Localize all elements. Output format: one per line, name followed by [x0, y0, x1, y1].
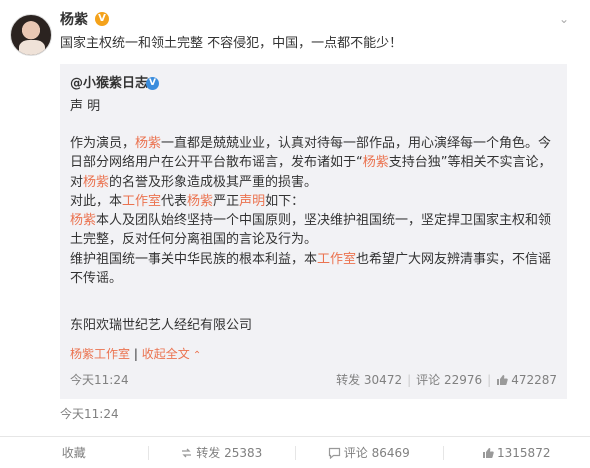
hashtag-link[interactable]: 杨紫 [187, 194, 213, 209]
verified-badge-icon: V [95, 12, 109, 26]
signature: 杨紫工作室 | 收起全文 ⌃ [70, 345, 201, 365]
thumbs-up-icon [483, 448, 494, 458]
comment-button[interactable]: 评论 22976 [416, 373, 482, 387]
comment-label: 评论 86469 [343, 446, 410, 460]
repost-icon [182, 448, 192, 458]
separator: | [133, 347, 138, 361]
repost-label: 转发 25383 [196, 446, 263, 460]
company-name: 东阳欢瑞世纪艺人经纪有限公司 [70, 318, 253, 333]
repost-time[interactable]: 今天11:24 [70, 371, 129, 389]
chevron-down-icon[interactable]: ⌄ [555, 12, 573, 26]
username[interactable]: 杨紫 [60, 11, 88, 29]
post-text: 国家主权统一和领土完整 不容侵犯，中国，一点都不能少！ [60, 36, 403, 51]
repost-stats: 转发 30472 | 评论 22976 | 472287 [336, 373, 557, 387]
studio-link[interactable]: 杨紫工作室 [70, 347, 130, 361]
collapse-button[interactable]: 收起全文 [142, 347, 190, 361]
repost-button[interactable]: 转发 25383 [147, 437, 296, 468]
favorite-label: 收藏 [61, 446, 86, 460]
hashtag-link[interactable]: 杨紫 [83, 175, 109, 190]
hashtag-link[interactable]: 杨紫 [363, 155, 389, 170]
like-button[interactable]: 1315872 [442, 437, 590, 468]
post-time[interactable]: 今天11:24 [60, 405, 119, 423]
verified-badge-icon: V [146, 77, 159, 90]
favorite-button[interactable]: 收藏 [0, 437, 148, 468]
thumbs-up-icon [497, 375, 508, 385]
hashtag-link[interactable]: 杨紫 [70, 213, 96, 228]
hashtag-link[interactable]: 杨紫 [135, 136, 161, 151]
action-bar: 收藏 转发 25383 评论 86469 1315872 [0, 436, 590, 468]
like-label: 1315872 [497, 446, 551, 460]
chevron-up-icon[interactable]: ⌃ [190, 350, 201, 361]
avatar[interactable] [10, 14, 52, 56]
hashtag-link[interactable]: 工作室 [317, 252, 356, 267]
hashtag-link[interactable]: 声明 [239, 194, 265, 209]
repost-button[interactable]: 转发 30472 [336, 373, 402, 387]
statement-body: 作为演员，杨紫一直都是兢兢业业，认真对待每一部作品，用心演绎每一个角色。今日部分… [70, 134, 562, 288]
comment-icon [328, 447, 340, 460]
comment-button[interactable]: 评论 86469 [295, 437, 443, 468]
repost-author-link[interactable]: @小猴紫日志 [70, 75, 148, 93]
repost-card: @小猴紫日志 V 声 明 作为演员，杨紫一直都是兢兢业业，认真对待每一部作品，用… [60, 64, 567, 399]
hashtag-link[interactable]: 工作室 [122, 194, 161, 209]
weibo-post: 杨紫 V ⌄ 国家主权统一和领土完整 不容侵犯，中国，一点都不能少！ @小猴紫日… [0, 0, 590, 468]
like-button[interactable]: 472287 [496, 373, 557, 387]
statement-paragraph: 作为演员，杨紫一直都是兢兢业业，认真对待每一部作品，用心演绎每一个角色。今日部分… [70, 136, 552, 190]
statement-title: 声 明 [70, 99, 101, 114]
statement-paragraph: 杨紫本人及团队始终坚持一个中国原则，坚决维护祖国统一，坚定捍卫国家主权和领土完整… [70, 213, 552, 248]
statement-paragraph: 维护祖国统一事关中华民族的根本利益，本工作室也希望广大网友辨清事实，不信谣不传谣… [70, 251, 552, 287]
statement-paragraph: 对此，本工作室代表杨紫严正声明如下： [70, 193, 305, 209]
